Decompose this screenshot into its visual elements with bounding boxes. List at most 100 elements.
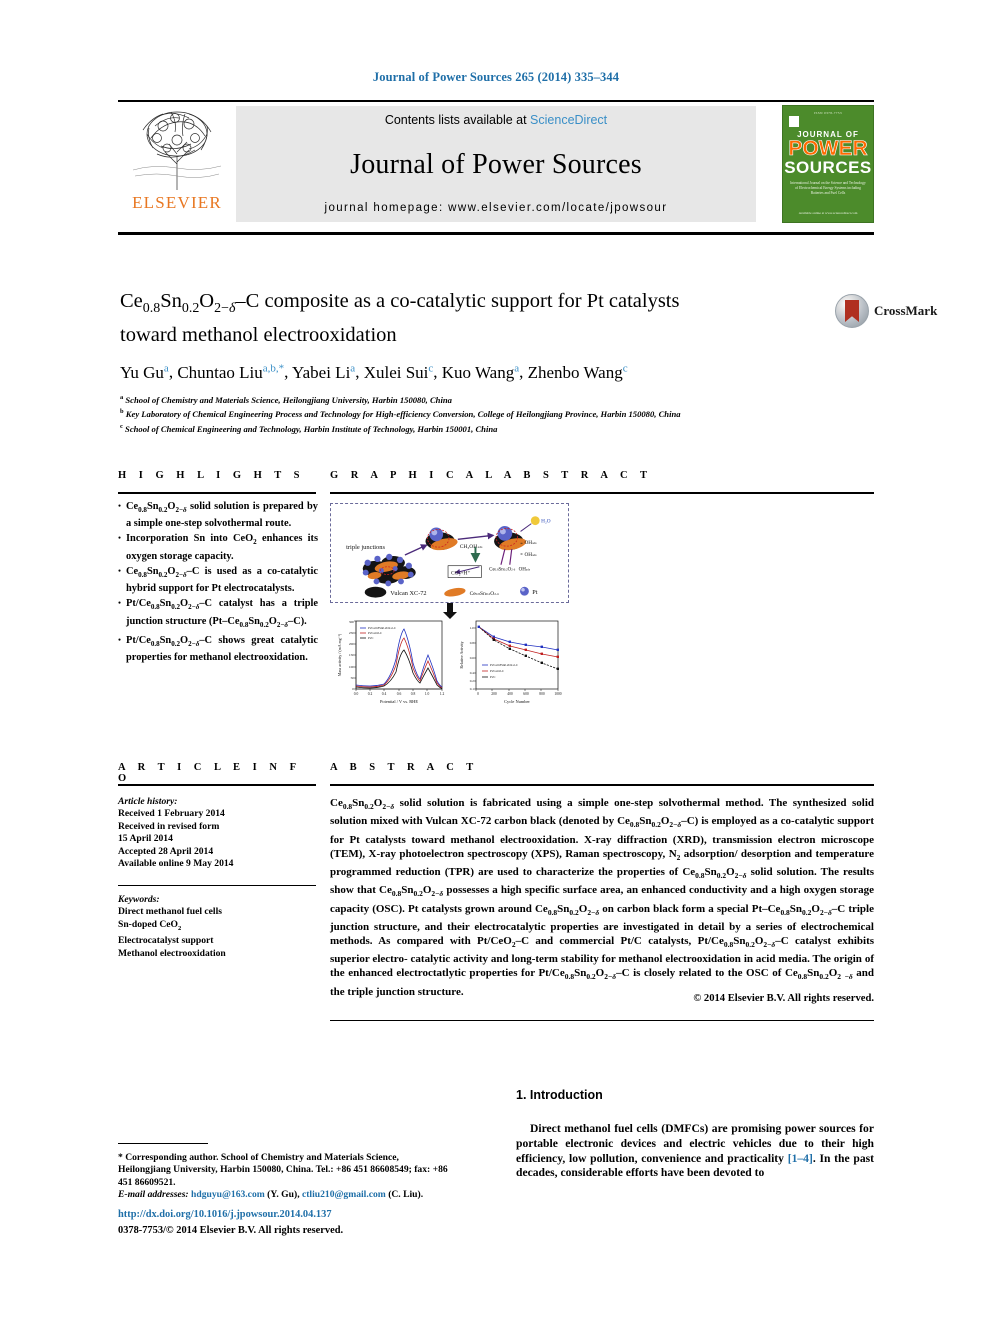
highlight-item: Pt/Ce0.8Sn0.2O2−δ–C catalyst has a tripl… xyxy=(118,597,318,632)
abstract-bottom-rule xyxy=(330,1020,874,1021)
history-item: Received 1 February 2014 xyxy=(118,808,225,820)
highlight-item: Incorporation Sn into CeO2 enhances its … xyxy=(118,532,318,562)
graphical-abstract-rule xyxy=(330,492,874,494)
elsevier-wordmark: ELSEVIER xyxy=(132,193,222,212)
keyword: Direct methanol fuel cells xyxy=(118,906,222,918)
svg-text:200: 200 xyxy=(349,642,354,646)
svg-text:0.6: 0.6 xyxy=(470,656,475,660)
svg-text:Pt/Ce0.8Sn0.2O2-δ-C: Pt/Ce0.8Sn0.2O2-δ-C xyxy=(490,663,518,667)
svg-text:Ce0.8Sn0.2O2-δ: Ce0.8Sn0.2O2-δ xyxy=(470,591,500,597)
svg-text:Pt/C: Pt/C xyxy=(368,636,374,640)
svg-text:150: 150 xyxy=(349,653,354,657)
title-line-1: Ce0.8Sn0.2O2−δ–C composite as a co-catal… xyxy=(120,290,680,317)
corresponding-author-note: * Corresponding author. School of Chemis… xyxy=(118,1152,448,1188)
graphical-abstract-heading: G R A P H I C A L A B S T R A C T xyxy=(330,470,652,481)
highlights-list: Ce0.8Sn0.2O2−δ solid solution is prepare… xyxy=(118,500,318,667)
email-owner: (Y. Gu) xyxy=(267,1189,298,1201)
article-info-rule xyxy=(118,784,316,786)
email-link[interactable]: hdguyu@163.com xyxy=(191,1189,265,1200)
article-history: Article history: Received 1 February 201… xyxy=(118,796,318,870)
author[interactable]: Yu Gua xyxy=(120,362,169,382)
masthead-bottom-rule xyxy=(118,232,874,235)
elsevier-logo: ELSEVIER xyxy=(118,104,236,224)
graphical-abstract-charts: 0.0 0.2 0.4 0.6 0.8 1.0 1.2 0 50 100 150 200 250… xyxy=(330,615,569,711)
affiliation: c School of Chemical Engineering and Tec… xyxy=(120,422,498,434)
reaction-schematic: triple junctions CH₃OH ads H₂O OHads OHa… xyxy=(330,503,569,603)
author[interactable]: Xulei Suic xyxy=(364,362,434,382)
svg-text:400: 400 xyxy=(507,692,513,696)
journal-title: Journal of Power Sources xyxy=(350,148,642,180)
svg-text:1000: 1000 xyxy=(554,692,561,696)
cover-subtitle: International Journal on the Science and… xyxy=(790,181,866,195)
chart-stability: 0 200 400 600 800 1000 0.1 0.2 0.4 0.6 0.8 1.0 C… xyxy=(459,620,562,704)
affiliation-list: a School of Chemistry and Materials Scie… xyxy=(120,392,860,435)
history-item: 15 April 2014 xyxy=(118,833,173,845)
svg-text:1.0: 1.0 xyxy=(470,626,475,630)
svg-text:0.2: 0.2 xyxy=(470,679,475,683)
abstract-heading: A B S T R A C T xyxy=(330,762,479,773)
svg-text:0.6: 0.6 xyxy=(397,692,402,696)
journal-masthead: ELSEVIER Contents lists available at Sci… xyxy=(118,104,874,224)
footnote-block: * Corresponding author. School of Chemis… xyxy=(118,1152,448,1202)
svg-text:0.8: 0.8 xyxy=(470,641,475,645)
svg-text:Pt/C: Pt/C xyxy=(490,675,496,679)
copyright-line: © 2014 Elsevier B.V. All rights reserved… xyxy=(693,993,874,1004)
stability-ylabel: Relative Activity xyxy=(459,641,464,668)
svg-text:0.8: 0.8 xyxy=(411,692,416,696)
email-link[interactable]: ctliu210@gmail.com xyxy=(302,1189,386,1200)
cover-footer: Available online at www.sciencedirect.co… xyxy=(798,211,858,215)
citation-link[interactable]: [1–4] xyxy=(788,1152,813,1165)
crossmark-icon xyxy=(835,294,869,328)
author[interactable]: Zhenbo Wangc xyxy=(528,362,628,382)
article-info-separator xyxy=(118,885,316,886)
email-note: E-mail addresses: hdguyu@163.com (Y. Gu)… xyxy=(118,1189,424,1201)
article-info-heading: A R T I C L E I N F O xyxy=(118,762,301,784)
abstract-text: Ce0.8Sn0.2O2−δ solid solution is fabrica… xyxy=(330,797,875,998)
right-particle: H₂O xyxy=(494,516,551,551)
introduction-paragraph: Direct methanol fuel cells (DMFCs) are p… xyxy=(516,1122,874,1181)
journal-cover-thumbnail: ISSN 0378-7753 JOURNAL OF POWER SOURCES … xyxy=(782,105,874,223)
svg-text:OHads: OHads xyxy=(524,552,537,558)
svg-text:0.1: 0.1 xyxy=(470,687,475,691)
svg-text:OHads: OHads xyxy=(524,540,537,546)
methanol-ads-label: CH₃OH ads xyxy=(460,544,483,550)
crossmark-badge[interactable]: CrossMark xyxy=(835,290,955,332)
svg-text:OHads: OHads xyxy=(519,567,531,573)
keyword: Electrocatalyst support xyxy=(118,935,214,947)
svg-text:1.2: 1.2 xyxy=(440,692,445,696)
affiliation: a School of Chemistry and Materials Scie… xyxy=(120,394,452,405)
svg-text:0: 0 xyxy=(477,692,479,696)
footnote-rule xyxy=(118,1143,208,1144)
author[interactable]: Chuntao Liua,b,* xyxy=(177,362,284,382)
keywords-label: Keywords: xyxy=(118,894,160,905)
sciencedirect-link[interactable]: ScienceDirect xyxy=(530,113,607,127)
svg-text:300: 300 xyxy=(349,620,354,624)
carbon-cluster xyxy=(362,553,416,587)
cover-elsevier-mark xyxy=(789,116,799,127)
masthead-center: Contents lists available at ScienceDirec… xyxy=(236,106,756,222)
svg-text:0.2: 0.2 xyxy=(368,692,373,696)
highlight-item: Ce0.8Sn0.2O2−δ solid solution is prepare… xyxy=(118,500,318,530)
svg-text:Pt/CeO2-C: Pt/CeO2-C xyxy=(368,631,382,635)
doi-link[interactable]: http://dx.doi.org/10.1016/j.jpowsour.201… xyxy=(118,1208,448,1221)
history-label: Article history: xyxy=(118,796,178,807)
author[interactable]: Yabei Lia xyxy=(292,362,355,382)
svg-text:50: 50 xyxy=(351,676,355,680)
cover-sources-word: SOURCES xyxy=(784,158,872,177)
history-item: Accepted 28 April 2014 xyxy=(118,845,214,857)
running-head: Journal of Power Sources 265 (2014) 335–… xyxy=(372,70,620,84)
page-title: Ce0.8Sn0.2O2−δ–C composite as a co-catal… xyxy=(120,288,820,348)
journal-homepage[interactable]: journal homepage: www.elsevier.com/locat… xyxy=(325,202,668,214)
chart-cv: 0.0 0.2 0.4 0.6 0.8 1.0 1.2 0 50 100 150 200 250… xyxy=(337,620,444,704)
keyword: Sn-doped CeO2 xyxy=(118,918,182,932)
svg-text:Vulcan XC-72: Vulcan XC-72 xyxy=(390,590,426,597)
paper-page: Journal of Power Sources 265 (2014) 335–… xyxy=(0,0,992,1323)
abstract-rule xyxy=(330,784,874,786)
schematic-legend: Vulcan XC-72 Ce0.8Sn0.2O2-δ Pt xyxy=(364,586,538,598)
svg-text:0.4: 0.4 xyxy=(470,671,475,675)
title-line-2: toward methanol electrooxidation xyxy=(120,324,397,347)
author[interactable]: Kuo Wanga xyxy=(442,362,519,382)
history-item: Available online 9 May 2014 xyxy=(118,858,234,870)
highlights-rule xyxy=(118,492,316,494)
svg-text:800: 800 xyxy=(539,692,545,696)
